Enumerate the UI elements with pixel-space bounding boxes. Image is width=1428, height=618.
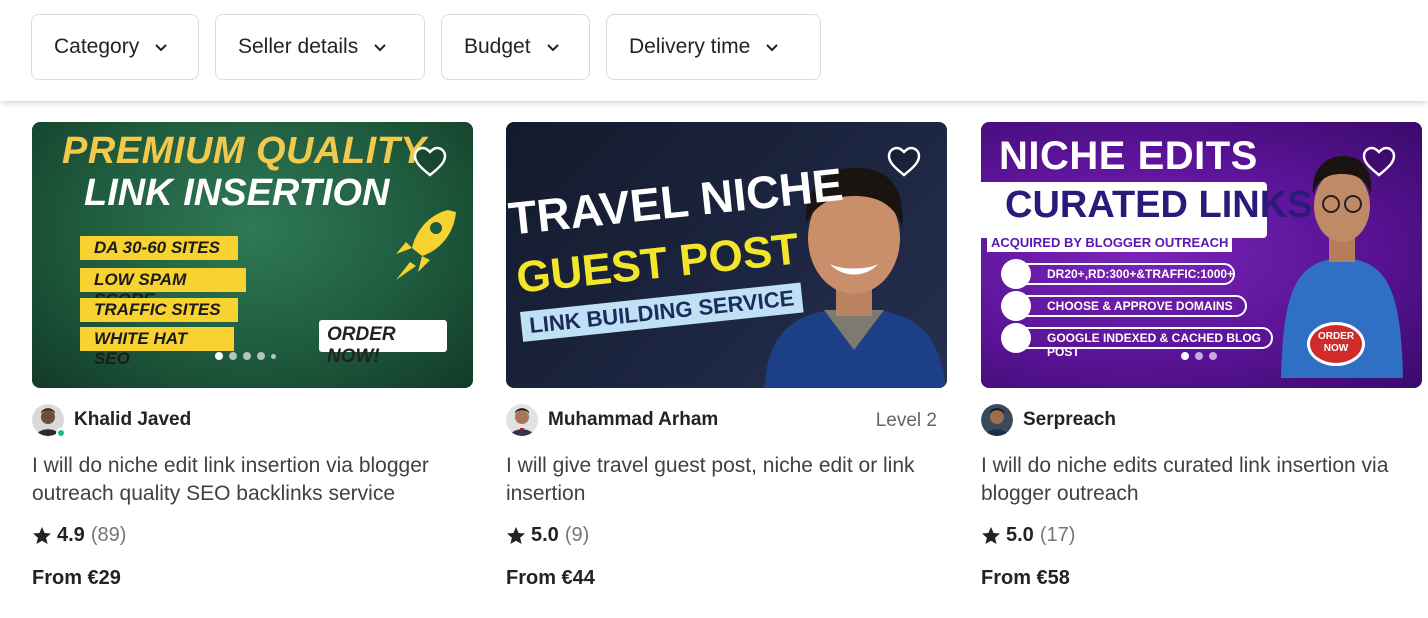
gig-title[interactable]: I will do niche edits curated link inser…	[981, 452, 1428, 508]
carousel-dot[interactable]	[1195, 352, 1203, 360]
seller-info: Khalid Javed	[32, 404, 473, 438]
seller-name[interactable]: Khalid Javed	[74, 409, 191, 431]
gig-title[interactable]: I will give travel guest post, niche edi…	[506, 452, 954, 508]
pointing-hand-icon	[1001, 259, 1031, 289]
feature-text: CHOOSE & APPROVE DOMAINS	[1047, 299, 1233, 313]
filter-seller-details[interactable]: Seller details	[215, 14, 425, 80]
rocket-icon	[396, 210, 456, 280]
carousel-dots	[215, 352, 276, 360]
avatar-image	[981, 404, 1013, 436]
filter-category[interactable]: Category	[31, 14, 199, 80]
thumbnail-bullet: WHITE HAT SEO	[80, 327, 234, 368]
chevron-down-icon	[374, 44, 386, 52]
filter-budget[interactable]: Budget	[441, 14, 590, 80]
gig-price[interactable]: From €44	[506, 567, 595, 590]
thumbnail-headline: PREMIUM QUALITY	[62, 130, 427, 172]
thumbnail-headline: LINK INSERTION	[84, 172, 390, 214]
pointing-hand-icon	[1001, 323, 1031, 353]
avatar-image	[506, 404, 538, 436]
filter-label: Seller details	[238, 35, 359, 58]
filter-label: Budget	[464, 35, 531, 58]
seller-name[interactable]: Muhammad Arham	[548, 409, 718, 431]
rating-value: 5.0	[531, 524, 559, 546]
heart-icon[interactable]	[887, 146, 921, 178]
carousel-dot[interactable]	[1209, 352, 1217, 360]
gig-rating: 5.0 (9)	[506, 524, 589, 547]
gig-thumbnail[interactable]: NICHE EDITS CURATED LINKS ACQUIRED BY BL…	[981, 122, 1422, 388]
gig-card[interactable]: TRAVEL NICHE GUEST POST LINK BUILDING SE…	[506, 122, 947, 602]
thumbnail-cta: ORDER NOW	[1307, 322, 1365, 366]
gig-rating: 4.9 (89)	[32, 524, 126, 547]
filter-bar: Category Seller details Budget Delivery …	[0, 0, 1428, 101]
seller-info: Muhammad Arham Level 2	[506, 404, 947, 436]
rating-value: 4.9	[57, 524, 85, 546]
star-icon	[982, 526, 1000, 544]
online-status-dot	[56, 428, 66, 438]
gig-card[interactable]: PREMIUM QUALITY LINK INSERTION DA 30-60 …	[32, 122, 473, 602]
filter-label: Category	[54, 35, 140, 58]
heart-icon[interactable]	[1362, 146, 1396, 178]
thumbnail-feature-row: GOOGLE INDEXED & CACHED BLOG POST	[1001, 323, 1273, 359]
filter-delivery-time[interactable]: Delivery time	[606, 14, 821, 80]
avatar[interactable]	[32, 404, 66, 438]
thumbnail-feature-row: CHOOSE & APPROVE DOMAINS	[1001, 291, 1247, 321]
avatar[interactable]	[506, 404, 538, 436]
feature-text: GOOGLE INDEXED & CACHED BLOG POST	[1047, 331, 1262, 359]
carousel-dots	[1181, 352, 1217, 360]
thumbnail-headline: CURATED LINKS	[1005, 184, 1313, 226]
gig-rating: 5.0 (17)	[981, 524, 1075, 547]
filter-label: Delivery time	[629, 35, 751, 58]
gig-title[interactable]: I will do niche edit link insertion via …	[32, 452, 480, 508]
star-icon	[33, 526, 51, 544]
heart-icon[interactable]	[413, 146, 447, 178]
gig-thumbnail[interactable]: PREMIUM QUALITY LINK INSERTION DA 30-60 …	[32, 122, 473, 388]
thumbnail-cta: ORDER NOW!	[319, 320, 447, 367]
rating-count: (9)	[564, 524, 590, 546]
chevron-down-icon	[766, 44, 779, 52]
thumbnail-bullet: TRAFFIC SITES	[80, 298, 238, 322]
carousel-dot[interactable]	[243, 352, 251, 360]
thumbnail-bullet: DA 30-60 SITES	[80, 236, 238, 260]
carousel-dot[interactable]	[215, 352, 223, 360]
thumbnail-subheading: ACQUIRED BY BLOGGER OUTREACH	[987, 233, 1233, 252]
chevron-down-icon	[155, 44, 167, 52]
seller-name[interactable]: Serpreach	[1023, 409, 1116, 431]
rating-count: (17)	[1039, 524, 1076, 546]
chevron-down-icon	[546, 44, 559, 52]
star-icon	[507, 526, 525, 544]
thumbnail-feature-row: DR20+,RD:300+&TRAFFIC:1000+	[1001, 259, 1235, 289]
gig-card[interactable]: NICHE EDITS CURATED LINKS ACQUIRED BY BL…	[981, 122, 1422, 602]
seller-info: Serpreach	[981, 404, 1422, 436]
rating-value: 5.0	[1006, 524, 1034, 546]
carousel-dot[interactable]	[229, 352, 237, 360]
avatar[interactable]	[981, 404, 1013, 436]
feature-text: DR20+,RD:300+&TRAFFIC:1000+	[1047, 267, 1235, 281]
gig-price[interactable]: From €29	[32, 567, 121, 590]
carousel-dot[interactable]	[271, 353, 276, 359]
seller-level-badge: Level 2	[875, 410, 937, 431]
gig-price[interactable]: From €58	[981, 567, 1070, 590]
gig-thumbnail[interactable]: TRAVEL NICHE GUEST POST LINK BUILDING SE…	[506, 122, 947, 388]
pointing-hand-icon	[1001, 291, 1031, 321]
thumbnail-bullet: LOW SPAM SCORE	[80, 268, 246, 309]
carousel-dot[interactable]	[257, 352, 265, 360]
rating-count: (89)	[90, 524, 127, 546]
carousel-dot[interactable]	[1181, 352, 1189, 360]
thumbnail-headline: NICHE EDITS	[999, 134, 1258, 178]
